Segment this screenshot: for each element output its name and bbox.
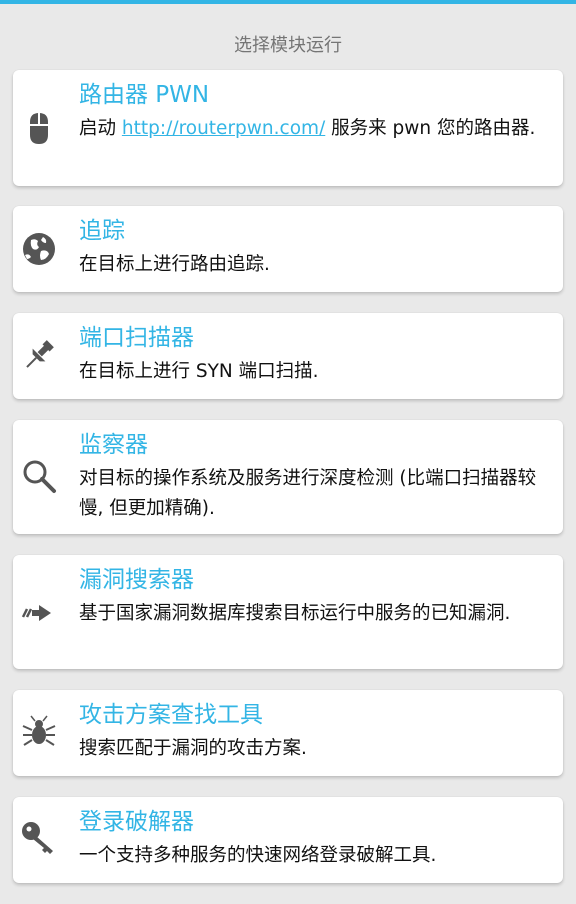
module-description: 一个支持多种服务的快速网络登录破解工具. [79,845,437,866]
description-text: 服务来 pwn 您的路由器. [325,118,536,139]
routerpwn-link[interactable]: http://routerpwn.com/ [122,118,325,139]
bug-icon [19,712,59,752]
module-title: 监察器 [79,432,148,458]
mouse-icon [19,108,59,148]
module-title: 攻击方案查找工具 [79,702,263,728]
module-title: 路由器 PWN [79,82,210,108]
module-title: 登录破解器 [79,809,194,835]
module-title: 追踪 [79,218,125,244]
module-description: 在目标上进行 SYN 端口扫描. [79,361,319,382]
module-card-inspector[interactable]: 监察器 对目标的操作系统及服务进行深度检测 (比端口扫描器较慢, 但更加精确). [13,420,563,534]
module-description: 搜索匹配于漏洞的攻击方案. [79,738,307,759]
module-card-router-pwn[interactable]: 路由器 PWN 启动 http://routerpwn.com/ 服务来 pwn… [13,70,563,186]
module-description: 基于国家漏洞数据库搜索目标运行中服务的已知漏洞. [79,603,511,624]
globe-icon [19,229,59,269]
module-title: 端口扫描器 [79,325,194,351]
magnifier-icon [19,456,59,496]
top-accent-bar [0,0,576,4]
key-icon [19,818,59,858]
module-description: 在目标上进行路由追踪. [79,254,270,275]
pin-icon [19,335,59,375]
module-description: 对目标的操作系统及服务进行深度检测 (比端口扫描器较慢, 但更加精确). [79,468,537,519]
module-card-trace[interactable]: 追踪 在目标上进行路由追踪. [13,206,563,292]
module-card-port-scanner[interactable]: 端口扫描器 在目标上进行 SYN 端口扫描. [13,313,563,399]
page-title: 选择模块运行 [234,35,342,56]
module-card-exploit-finder[interactable]: 攻击方案查找工具 搜索匹配于漏洞的攻击方案. [13,690,563,776]
description-text: 启动 [79,118,122,139]
module-description: 启动 http://routerpwn.com/ 服务来 pwn 您的路由器. [79,114,549,144]
module-card-vulnerability-finder[interactable]: 漏洞搜索器 基于国家漏洞数据库搜索目标运行中服务的已知漏洞. [13,555,563,669]
module-title: 漏洞搜索器 [79,567,194,593]
module-card-login-cracker[interactable]: 登录破解器 一个支持多种服务的快速网络登录破解工具. [13,797,563,883]
arrow-right-icon [19,593,59,633]
